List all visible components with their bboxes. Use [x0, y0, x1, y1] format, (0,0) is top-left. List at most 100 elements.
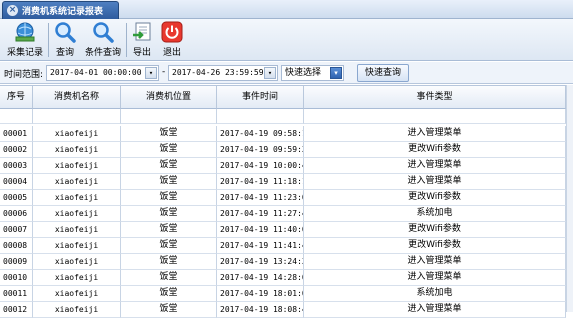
calendar-dropdown-icon[interactable]: ▾ — [264, 67, 276, 79]
calendar-dropdown-icon[interactable]: ▾ — [145, 67, 157, 79]
cell-event-type: 进入管理菜单 — [304, 126, 566, 142]
quick-query-button[interactable]: 快速查询 — [357, 64, 409, 82]
time-range-label: 时间范围: — [4, 70, 44, 80]
cell-device-name: xiaofeiji — [33, 174, 121, 190]
cell-event-type: 更改Wifi参数 — [304, 190, 566, 206]
quick-select-value: 快速选择 — [285, 68, 322, 78]
cell-device-name: xiaofeiji — [33, 206, 121, 222]
cell-index: 00004 — [0, 174, 33, 190]
table-row[interactable]: 00008 xiaofeiji 饭堂 2017-04-19 11:41:43 更改Wif… — [0, 238, 566, 254]
filter-cell[interactable] — [33, 109, 121, 124]
column-header-event-time[interactable]: 事件时间 — [217, 86, 304, 109]
date-to-value: 2017-04-26 23:59:59 — [172, 68, 264, 77]
cell-index: 00010 — [0, 270, 33, 286]
cell-device-location: 饭堂 — [121, 238, 217, 254]
table-row[interactable]: 00012 xiaofeiji 饭堂 2017-04-19 18:08:49 进入管理菜… — [0, 302, 566, 318]
collect-records-label: 采集记录 — [6, 48, 43, 58]
globe-collect-icon — [15, 22, 35, 42]
cell-device-location: 饭堂 — [121, 270, 217, 286]
toolbar-separator — [126, 23, 127, 57]
filter-row[interactable] — [0, 109, 566, 124]
chevron-down-icon[interactable]: ▾ — [330, 67, 342, 79]
filter-cell[interactable] — [121, 109, 217, 124]
column-header-index[interactable]: 序号 — [0, 86, 33, 109]
records-table: 序号 消费机名称 消费机位置 事件时间 事件类型 00001 xiaofeiji 饭… — [0, 85, 573, 318]
column-header-device-name[interactable]: 消费机名称 — [33, 86, 121, 109]
conditional-query-label: 条件查询 — [84, 48, 121, 58]
cell-event-time: 2017-04-19 09:59:33 — [217, 142, 304, 158]
export-button[interactable]: 导出 — [130, 21, 154, 59]
column-header-event-type[interactable]: 事件类型 — [304, 86, 566, 109]
cell-index: 00009 — [0, 254, 33, 270]
table-row[interactable]: 00005 xiaofeiji 饭堂 2017-04-19 11:23:05 更改Wif… — [0, 190, 566, 206]
cell-device-name: xiaofeiji — [33, 238, 121, 254]
date-from-field[interactable]: 2017-04-01 00:00:00 ▾ — [46, 65, 159, 81]
filter-cell[interactable] — [217, 109, 304, 124]
table-row[interactable]: 00003 xiaofeiji 饭堂 2017-04-19 10:00:44 进入管理菜… — [0, 158, 566, 174]
cell-device-location: 饭堂 — [121, 302, 217, 318]
tab-report[interactable]: × 消费机系统记录报表 — [2, 1, 119, 19]
exit-label: 退出 — [162, 48, 181, 58]
date-to-field[interactable]: 2017-04-26 23:59:59 ▾ — [168, 65, 278, 81]
table-row[interactable]: 00011 xiaofeiji 饭堂 2017-04-19 18:01:00 系统加电 — [0, 286, 566, 302]
table-row[interactable]: 00009 xiaofeiji 饭堂 2017-04-19 13:24:30 进入管理菜… — [0, 254, 566, 270]
cell-device-location: 饭堂 — [121, 158, 217, 174]
power-icon — [161, 21, 183, 43]
cell-device-name: xiaofeiji — [33, 302, 121, 318]
table-row[interactable]: 00010 xiaofeiji 饭堂 2017-04-19 14:28:08 进入管理菜… — [0, 270, 566, 286]
toolbar: 采集记录 查询 条件查询 导出 退出 — [0, 19, 573, 61]
cell-device-name: xiaofeiji — [33, 254, 121, 270]
query-button[interactable]: 查询 — [52, 21, 78, 59]
cell-device-location: 饭堂 — [121, 286, 217, 302]
filter-cell[interactable] — [0, 109, 33, 124]
cell-index: 00007 — [0, 222, 33, 238]
table-header: 序号 消费机名称 消费机位置 事件时间 事件类型 — [0, 86, 566, 109]
cell-event-type: 进入管理菜单 — [304, 254, 566, 270]
filter-cell[interactable] — [304, 109, 566, 124]
cell-event-time: 2017-04-19 11:23:05 — [217, 190, 304, 206]
table-row[interactable]: 00004 xiaofeiji 饭堂 2017-04-19 11:18:17 进入管理菜… — [0, 174, 566, 190]
cell-index: 00012 — [0, 302, 33, 318]
collect-records-button[interactable]: 采集记录 — [6, 21, 44, 59]
cell-event-type: 系统加电 — [304, 206, 566, 222]
table-row[interactable]: 00002 xiaofeiji 饭堂 2017-04-19 09:59:33 更改Wif… — [0, 142, 566, 158]
cell-device-name: xiaofeiji — [33, 286, 121, 302]
cell-device-location: 饭堂 — [121, 190, 217, 206]
tab-bar: × 消费机系统记录报表 — [0, 0, 573, 19]
export-icon — [133, 22, 151, 41]
cell-event-type: 进入管理菜单 — [304, 270, 566, 286]
cell-device-name: xiaofeiji — [33, 126, 121, 142]
toolbar-separator — [48, 23, 49, 57]
conditional-query-button[interactable]: 条件查询 — [84, 21, 122, 59]
vertical-scrollbar[interactable] — [566, 85, 573, 312]
cell-event-type: 更改Wifi参数 — [304, 142, 566, 158]
cell-event-time: 2017-04-19 14:28:08 — [217, 270, 304, 286]
cell-device-location: 饭堂 — [121, 222, 217, 238]
cell-device-location: 饭堂 — [121, 206, 217, 222]
cell-event-time: 2017-04-19 11:41:43 — [217, 238, 304, 254]
table-row[interactable]: 00007 xiaofeiji 饭堂 2017-04-19 11:40:08 更改Wif… — [0, 222, 566, 238]
filter-bar: 时间范围: 2017-04-01 00:00:00 ▾ - 2017-04-26… — [0, 62, 573, 84]
cell-device-name: xiaofeiji — [33, 158, 121, 174]
cell-event-time: 2017-04-19 11:40:08 — [217, 222, 304, 238]
exit-button[interactable]: 退出 — [160, 21, 184, 59]
cell-event-type: 进入管理菜单 — [304, 158, 566, 174]
column-header-device-location[interactable]: 消费机位置 — [121, 86, 217, 109]
cell-event-time: 2017-04-19 09:58:18 — [217, 126, 304, 142]
query-label: 查询 — [55, 48, 74, 58]
table-row[interactable]: 00001 xiaofeiji 饭堂 2017-04-19 09:58:18 进入管理菜… — [0, 126, 566, 142]
cell-device-name: xiaofeiji — [33, 270, 121, 286]
range-dash: - — [162, 67, 166, 77]
cell-device-name: xiaofeiji — [33, 190, 121, 206]
export-label: 导出 — [132, 48, 151, 58]
close-icon[interactable]: × — [7, 5, 18, 16]
cell-event-type: 更改Wifi参数 — [304, 238, 566, 254]
table-row[interactable]: 00006 xiaofeiji 饭堂 2017-04-19 11:27:45 系统加电 — [0, 206, 566, 222]
magnifier-icon — [55, 22, 76, 43]
quick-select-dropdown[interactable]: 快速选择 ▾ — [281, 65, 344, 81]
cell-index: 00011 — [0, 286, 33, 302]
cell-device-location: 饭堂 — [121, 254, 217, 270]
cell-index: 00002 — [0, 142, 33, 158]
cell-index: 00001 — [0, 126, 33, 142]
tab-title: 消费机系统记录报表 — [22, 7, 104, 17]
